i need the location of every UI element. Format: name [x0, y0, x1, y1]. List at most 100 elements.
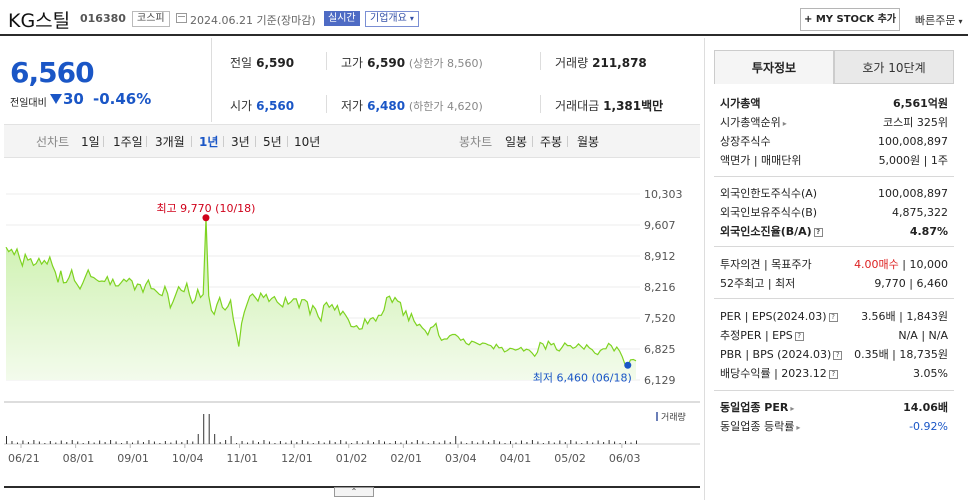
prev-close: 전일 6,590 [230, 54, 294, 71]
my-stock-add-button[interactable]: + MY STOCK 추가 [800, 8, 900, 31]
info-row: 추정PER | EPS? N/A | N/A [718, 326, 950, 345]
volume-bar [55, 442, 57, 444]
volume-bar [520, 440, 522, 444]
sector-rate-label: 동일업종 등락률 [720, 420, 795, 433]
volume-bar [564, 442, 566, 444]
help-icon[interactable]: ? [828, 370, 838, 379]
volume-bar [510, 441, 511, 444]
volume-bar [148, 440, 150, 444]
volume-bar [526, 442, 528, 444]
volume-bar [460, 441, 462, 444]
quick-order-link[interactable]: 빠른주문 ▾ [915, 12, 963, 28]
chart-collapse-button[interactable]: ⌃ [334, 487, 374, 497]
volume-bar [411, 442, 413, 444]
volume-bar [192, 441, 194, 444]
divider [714, 298, 954, 299]
w52-value: 9,770 | 6,460 [874, 277, 948, 290]
high-price: 고가 6,590 (상한가 8,560) [341, 54, 483, 71]
realtime-button[interactable]: 실시간 [324, 11, 360, 26]
market-badge: 코스피 [132, 11, 170, 27]
volume-bar [323, 442, 325, 444]
mcap-rank-label: 시가총액순위 [720, 116, 781, 129]
volume-bar [542, 443, 544, 444]
sector-per-link[interactable]: 동일업종 PER ▸ [720, 398, 794, 418]
daily-candle-button[interactable]: 일봉 [505, 133, 527, 150]
calendar-icon [176, 13, 187, 23]
divider [714, 390, 954, 391]
volume-bar [82, 443, 84, 444]
corp-info-dropdown[interactable]: 기업개요 ▾ [365, 11, 419, 27]
pbr-label: PBR | BPS (2024.03) [720, 348, 832, 361]
help-icon[interactable]: ? [794, 332, 804, 341]
low-value: 6,480 [367, 99, 406, 113]
max-point-marker [202, 214, 210, 222]
volume-bar [553, 442, 555, 444]
help-icon[interactable]: ? [833, 351, 843, 360]
price-chart[interactable]: 최고 9,770 (10/18) 최저 6,460 (06/18) 10,303 9… [4, 158, 700, 488]
volume-bars [6, 414, 637, 444]
info-row: 동일업종 등락률 ▸ -0.92% [718, 417, 950, 436]
volume-bar [159, 443, 161, 444]
x-tick-label: 04/01 [500, 452, 532, 465]
sector-per-label: 동일업종 PER [720, 401, 789, 414]
volume-legend-swatch [656, 412, 658, 421]
base-date: 2024.06.21 기준(장마감) [190, 14, 316, 27]
volume-bar [384, 441, 385, 444]
volume-bar [471, 441, 473, 444]
shares-label: 상장주식수 [720, 135, 771, 148]
volume-bar [378, 440, 380, 444]
volume-bar [394, 441, 396, 444]
mcap-rank-value: 코스피 325위 [883, 116, 948, 129]
y-tick-label: 10,303 [644, 188, 683, 201]
volume-bar [477, 442, 479, 444]
tab-invest-info[interactable]: 투자정보 [714, 50, 834, 84]
volume-bar [301, 440, 303, 444]
volume-bar [493, 440, 495, 444]
sector-rate-link[interactable]: 동일업종 등락률 ▸ [720, 417, 800, 437]
volume-bar [115, 441, 117, 444]
range-5y-button[interactable]: 5년 [263, 133, 282, 150]
line-chart-label: 선차트 [36, 135, 70, 149]
x-tick-label: 10/04 [172, 452, 204, 465]
mcap-rank-link[interactable]: 시가총액순위 ▸ [720, 113, 787, 133]
volume-bar [329, 440, 331, 444]
volume-bar [60, 440, 62, 444]
range-1w-button[interactable]: 1주일 [113, 133, 143, 150]
range-3m-button[interactable]: 3개월 [155, 133, 185, 150]
range-1y-button[interactable]: 1년 [199, 133, 218, 150]
range-3y-button[interactable]: 3년 [231, 133, 250, 150]
weekly-candle-button[interactable]: 주봉 [540, 133, 562, 150]
x-tick-label: 12/01 [281, 452, 313, 465]
opinion-label: 투자의견 | 목표주가 [720, 258, 812, 271]
per-value: 3.56배 | 1,843원 [861, 310, 948, 323]
volume-bar [110, 440, 112, 444]
foreign-section: 외국인한도주식수(A) 100,008,897 외국인보유주식수(B) 4,875,… [714, 184, 954, 244]
help-icon[interactable]: ? [828, 313, 838, 322]
amount-value: 1,381 [603, 99, 642, 113]
x-axis-labels: 06/21 08/01 09/01 10/04 11/01 12/01 01/02 02/01… [8, 444, 641, 465]
tab-order-book[interactable]: 호가 10단계 [834, 50, 954, 84]
monthly-candle-button[interactable]: 월봉 [577, 133, 599, 150]
volume-bar [586, 441, 588, 444]
help-icon[interactable]: ? [813, 228, 823, 237]
volume-bar [488, 442, 490, 444]
volume-bar [225, 440, 227, 444]
info-row: 액면가 | 매매단위 5,000원 | 1주 [718, 151, 950, 170]
volume-bar [203, 414, 205, 444]
per-label: PER | EPS(2024.03) [720, 310, 827, 323]
volume-bar [181, 442, 183, 444]
range-1d-button[interactable]: 1일 [81, 133, 100, 150]
volume-bar [559, 440, 561, 444]
opinion-section: 투자의견 | 목표주가 4.00매수 | 10,000 52주최고 | 최저 9,7… [714, 255, 954, 295]
volume-bar [592, 442, 594, 444]
lower-limit: (하한가 4,620) [408, 100, 483, 113]
volume-bar [619, 443, 621, 444]
info-row: PER | EPS(2024.03)? 3.56배 | 1,843원 [718, 307, 950, 326]
volume-bar [175, 440, 177, 444]
volume-bar [164, 441, 166, 444]
current-price: 6,560 [10, 56, 95, 89]
range-10y-button[interactable]: 10년 [294, 133, 320, 150]
volume-value: 211,878 [592, 56, 647, 70]
x-tick-label: 09/01 [117, 452, 149, 465]
divider [567, 136, 568, 147]
